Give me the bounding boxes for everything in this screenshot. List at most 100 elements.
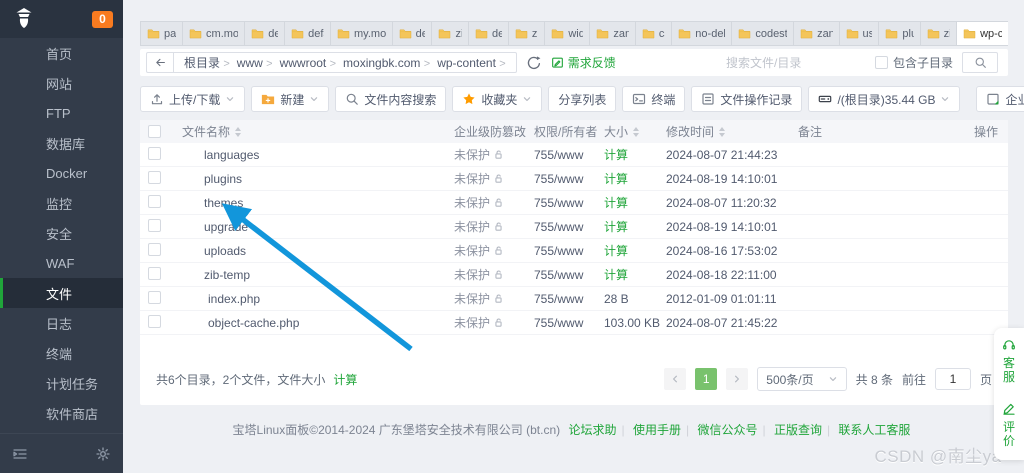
file-name-cell[interactable]: index.php: [182, 292, 454, 306]
file-size[interactable]: 计算: [604, 242, 666, 259]
breadcrumb-link[interactable]: moxingbk.com: [343, 56, 420, 70]
col-size[interactable]: 大小: [604, 123, 666, 140]
gear-icon[interactable]: [95, 446, 111, 462]
breadcrumb-link[interactable]: www: [237, 56, 263, 70]
file-tab[interactable]: wp-cont: [956, 21, 1008, 46]
per-page-select[interactable]: 500条/页: [757, 367, 846, 391]
file-tab[interactable]: widge: [544, 21, 590, 46]
file-tab[interactable]: css: [635, 21, 672, 46]
refresh-icon[interactable]: [526, 55, 542, 71]
file-tab[interactable]: codestar-fr: [731, 21, 794, 46]
next-page-button[interactable]: [726, 368, 748, 390]
permission-owner[interactable]: 755/www: [534, 196, 604, 210]
sidebar-item-appstore[interactable]: 软件商店: [0, 398, 123, 428]
row-checkbox[interactable]: [148, 195, 161, 208]
file-size[interactable]: 计算: [604, 170, 666, 187]
col-name[interactable]: 文件名称: [182, 123, 454, 140]
file-name-cell[interactable]: uploads: [182, 244, 454, 258]
current-page-button[interactable]: 1: [695, 368, 717, 390]
file-tab[interactable]: zibl: [431, 21, 468, 46]
favorites-button[interactable]: 收藏夹: [452, 86, 542, 112]
file-name-cell[interactable]: object-cache.php: [182, 316, 454, 330]
sidebar-item-waf[interactable]: WAF: [0, 248, 123, 278]
terminal-button[interactable]: 终端: [622, 86, 685, 112]
calc-size-link[interactable]: 计算: [333, 371, 357, 388]
row-checkbox[interactable]: [148, 243, 161, 256]
file-tab[interactable]: zibl: [508, 21, 545, 46]
sidebar-item-ftp[interactable]: FTP: [0, 98, 123, 128]
file-tab[interactable]: zanzh: [793, 21, 839, 46]
select-all-checkbox[interactable]: [148, 125, 161, 138]
file-name-cell[interactable]: upgrade: [182, 220, 454, 234]
back-button[interactable]: [147, 53, 174, 72]
breadcrumb-link[interactable]: wwwroot: [280, 56, 327, 70]
permission-owner[interactable]: 755/www: [534, 220, 604, 234]
file-size[interactable]: 计算: [604, 218, 666, 235]
collapse-sidebar-icon[interactable]: [12, 446, 28, 462]
footer-link[interactable]: 联系人工客服: [838, 423, 910, 437]
file-name-cell[interactable]: languages: [182, 148, 454, 162]
row-checkbox[interactable]: [148, 171, 161, 184]
include-subdir-option[interactable]: 包含子目录: [875, 54, 953, 71]
sidebar-item-files[interactable]: 文件: [0, 278, 123, 308]
sidebar-item-cron[interactable]: 计划任务: [0, 368, 123, 398]
new-button[interactable]: 新建: [251, 86, 329, 112]
file-tab[interactable]: my.moxing: [330, 21, 393, 46]
row-checkbox[interactable]: [148, 267, 161, 280]
disk-select-button[interactable]: /(根目录)35.44 GB: [808, 86, 960, 112]
prev-page-button[interactable]: [664, 368, 686, 390]
sidebar-item-terminal[interactable]: 终端: [0, 338, 123, 368]
file-name-cell[interactable]: zib-temp: [182, 268, 454, 282]
file-size[interactable]: 计算: [604, 146, 666, 163]
permission-owner[interactable]: 755/www: [534, 292, 604, 306]
breadcrumb-link[interactable]: 根目录: [184, 56, 220, 70]
sidebar-item-monitor[interactable]: 监控: [0, 188, 123, 218]
row-checkbox[interactable]: [148, 291, 161, 304]
file-tab[interactable]: user: [839, 21, 880, 46]
sidebar-item-logs[interactable]: 日志: [0, 308, 123, 338]
share-list-button[interactable]: 分享列表: [548, 86, 616, 112]
file-tab[interactable]: dem: [468, 21, 509, 46]
upload-download-button[interactable]: 上传/下载: [140, 86, 245, 112]
file-tab[interactable]: dem: [392, 21, 433, 46]
message-badge[interactable]: 0: [92, 11, 113, 28]
permission-owner[interactable]: 755/www: [534, 268, 604, 282]
file-tab[interactable]: page: [140, 21, 183, 46]
search-input[interactable]: [726, 56, 866, 70]
footer-link[interactable]: 论坛求助: [568, 423, 616, 437]
row-checkbox[interactable]: [148, 147, 161, 160]
permission-owner[interactable]: 755/www: [534, 172, 604, 186]
file-log-button[interactable]: 文件操作记录: [691, 86, 802, 112]
file-tab[interactable]: dem: [244, 21, 285, 46]
feedback-button[interactable]: 需求反馈: [551, 54, 616, 71]
file-name-cell[interactable]: themes: [182, 196, 454, 210]
footer-link[interactable]: 正版查询: [774, 423, 822, 437]
row-checkbox[interactable]: [148, 219, 161, 232]
search-button[interactable]: [962, 52, 998, 73]
content-search-button[interactable]: 文件内容搜索: [335, 86, 446, 112]
file-tab[interactable]: plugi: [878, 21, 920, 46]
rate-button[interactable]: 评价: [1001, 402, 1017, 448]
breadcrumb-link[interactable]: wp-content: [437, 56, 496, 70]
row-checkbox[interactable]: [148, 315, 161, 328]
col-mtime[interactable]: 修改时间: [666, 123, 798, 140]
permission-owner[interactable]: 755/www: [534, 316, 604, 330]
file-name-cell[interactable]: plugins: [182, 172, 454, 186]
sidebar-item-home[interactable]: 首页: [0, 38, 123, 68]
file-tab[interactable]: cm.moxing: [182, 21, 245, 46]
customer-service-button[interactable]: 客服: [1001, 338, 1017, 384]
file-size[interactable]: 103.00 KB: [604, 316, 666, 330]
permission-owner[interactable]: 755/www: [534, 244, 604, 258]
footer-link[interactable]: 微信公众号: [697, 423, 757, 437]
goto-page-input[interactable]: [935, 368, 971, 390]
include-subdir-checkbox[interactable]: [875, 56, 888, 69]
sidebar-item-site[interactable]: 网站: [0, 68, 123, 98]
permission-owner[interactable]: 755/www: [534, 148, 604, 162]
sidebar-item-security[interactable]: 安全: [0, 218, 123, 248]
file-size[interactable]: 计算: [604, 194, 666, 211]
file-tab[interactable]: zanzh: [589, 21, 635, 46]
footer-link[interactable]: 使用手册: [633, 423, 681, 437]
file-tab[interactable]: defaul: [284, 21, 331, 46]
sidebar-item-docker[interactable]: Docker: [0, 158, 123, 188]
tamper-proof-button[interactable]: 企业级防篡改: [976, 86, 1024, 112]
